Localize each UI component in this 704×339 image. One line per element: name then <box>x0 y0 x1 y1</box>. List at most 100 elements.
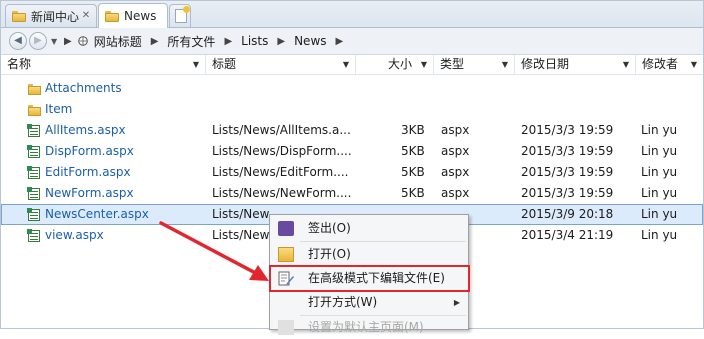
file-name[interactable]: view.aspx <box>45 225 203 246</box>
menu-item-label: 签出(O) <box>308 221 351 235</box>
file-type: aspx <box>441 123 470 137</box>
annotation-highlight-box <box>269 265 470 292</box>
folder-icon <box>105 10 119 22</box>
column-header-title[interactable]: 标题 ▼ <box>206 55 356 74</box>
submenu-arrow-icon: ▶ <box>453 298 460 307</box>
file-name[interactable]: DispForm.aspx <box>45 141 203 162</box>
menu-item-open-with[interactable]: 打开方式(W) ▶ <box>270 291 468 314</box>
aspx-file-icon <box>27 124 40 137</box>
column-label: 标题 <box>212 57 237 71</box>
menu-item-label: 打开方式(W) <box>308 295 378 309</box>
chevron-right-icon[interactable]: ▶ <box>145 36 165 47</box>
menu-separator <box>300 241 466 242</box>
modified-date: 2015/3/3 19:59 <box>521 144 614 158</box>
file-name[interactable]: AllItems.aspx <box>45 120 203 141</box>
folder-icon <box>28 84 41 95</box>
table-row[interactable]: AllItems.aspx Lists/News/AllItems.a... 3… <box>1 120 703 141</box>
filter-dropdown-icon[interactable]: ▼ <box>623 55 629 74</box>
breadcrumb-item-lists[interactable]: Lists <box>238 34 271 48</box>
back-button[interactable]: ◀ <box>9 32 27 50</box>
table-row[interactable]: EditForm.aspx Lists/News/EditForm.... 5K… <box>1 162 703 183</box>
modified-by: Lin yu <box>641 144 678 158</box>
breadcrumb-item-news[interactable]: News <box>291 34 329 48</box>
column-header-type[interactable]: 类型 ▼ <box>434 55 515 74</box>
open-folder-icon <box>278 247 294 262</box>
file-size: 5KB <box>401 144 425 158</box>
checkout-icon <box>278 221 294 236</box>
file-name[interactable]: Item <box>45 99 72 120</box>
history-dropdown-icon[interactable]: ▼ <box>51 37 57 46</box>
file-size: 5KB <box>401 165 425 179</box>
aspx-file-icon <box>27 145 40 158</box>
table-row[interactable]: DispForm.aspx Lists/News/DispForm.... 5K… <box>1 141 703 162</box>
new-tab-icon <box>175 6 190 23</box>
list-item[interactable]: Item <box>1 99 703 120</box>
column-header-modified[interactable]: 修改日期 ▼ <box>515 55 636 74</box>
file-title: Lists/News/NewForm.... <box>212 186 352 200</box>
breadcrumb: ▶ 网站标题 ▶ 所有文件 ▶ Lists ▶ News ▶ <box>64 32 349 50</box>
breadcrumb-item-site[interactable]: 网站标题 <box>91 33 145 50</box>
modified-by: Lin yu <box>641 123 678 137</box>
file-size: 5KB <box>401 186 425 200</box>
filter-dropdown-icon[interactable]: ▼ <box>193 55 199 74</box>
aspx-file-icon <box>27 187 40 200</box>
master-page-icon <box>278 320 294 335</box>
chevron-right-icon[interactable]: ▶ <box>218 36 238 47</box>
file-name[interactable]: NewForm.aspx <box>45 183 203 204</box>
aspx-file-icon <box>27 229 40 242</box>
file-title: Lists/News <box>212 207 270 221</box>
file-type: aspx <box>441 186 470 200</box>
chevron-right-icon[interactable]: ▶ <box>271 36 291 47</box>
modified-date: 2015/3/4 21:19 <box>521 228 614 242</box>
folder-icon <box>12 10 26 22</box>
file-title: Lists/News/EditForm.... <box>212 165 349 179</box>
modified-by: Lin yu <box>641 165 678 179</box>
file-name[interactable]: Attachments <box>45 78 122 99</box>
column-label: 名称 <box>7 57 32 71</box>
explorer-window: 新闻中心 ✕ News ◀ ▶ ▼ ▶ 网站标题 ▶ 所有文件 ▶ Lists … <box>0 0 704 335</box>
list-item[interactable]: Attachments <box>1 78 703 99</box>
menu-item-label: 设置为默认主页面(M) <box>308 320 424 334</box>
aspx-file-icon <box>27 208 40 221</box>
column-label: 修改者 <box>642 57 679 71</box>
new-tab-button[interactable] <box>169 4 191 27</box>
file-type: aspx <box>441 144 470 158</box>
filter-dropdown-icon[interactable]: ▼ <box>421 55 427 74</box>
tab-news-center[interactable]: 新闻中心 ✕ <box>5 4 97 27</box>
address-bar: ◀ ▶ ▼ ▶ 网站标题 ▶ 所有文件 ▶ Lists ▶ News ▶ <box>1 28 703 55</box>
modified-date: 2015/3/9 20:18 <box>521 207 614 221</box>
column-label: 大小 <box>388 57 413 71</box>
modified-date: 2015/3/3 19:59 <box>521 123 614 137</box>
filter-dropdown-icon[interactable]: ▼ <box>502 55 508 74</box>
tab-strip: 新闻中心 ✕ News <box>1 1 703 28</box>
file-name[interactable]: NewsCenter.aspx <box>45 204 203 225</box>
forward-button[interactable]: ▶ <box>29 32 47 50</box>
chevron-right-icon[interactable]: ▶ <box>330 36 350 47</box>
filter-dropdown-icon[interactable]: ▼ <box>691 55 697 74</box>
modified-date: 2015/3/3 19:59 <box>521 165 614 179</box>
file-title: Lists/News/AllItems.a... <box>212 123 351 137</box>
modified-by: Lin yu <box>641 207 678 221</box>
modified-by: Lin yu <box>641 186 678 200</box>
column-header-size[interactable]: 大小 ▼ <box>356 55 434 74</box>
modified-by: Lin yu <box>641 228 678 242</box>
menu-item-open[interactable]: 打开(O) <box>270 243 468 266</box>
breadcrumb-item-all-files[interactable]: 所有文件 <box>164 33 218 50</box>
file-title: Lists/News <box>212 228 269 242</box>
table-row[interactable]: NewForm.aspx Lists/News/NewForm.... 5KB … <box>1 183 703 204</box>
tab-label: News <box>124 9 157 23</box>
tab-news[interactable]: News <box>98 3 168 28</box>
file-size: 3KB <box>401 123 425 137</box>
filter-dropdown-icon[interactable]: ▼ <box>343 55 349 74</box>
column-label: 类型 <box>440 57 465 71</box>
file-name[interactable]: EditForm.aspx <box>45 162 203 183</box>
column-header-name[interactable]: 名称 ▼ <box>1 55 206 74</box>
menu-item-set-default-master: 设置为默认主页面(M) <box>270 316 468 339</box>
modified-date: 2015/3/3 19:59 <box>521 186 614 200</box>
column-header-row: 名称 ▼ 标题 ▼ 大小 ▼ 类型 ▼ 修改日期 ▼ 修改者 ▼ <box>1 55 703 75</box>
folder-icon <box>28 105 41 116</box>
menu-item-check-out[interactable]: 签出(O) <box>270 217 468 240</box>
close-tab-icon[interactable]: ✕ <box>80 10 92 22</box>
column-header-modified-by[interactable]: 修改者 ▼ <box>636 55 703 74</box>
file-type: aspx <box>441 165 470 179</box>
